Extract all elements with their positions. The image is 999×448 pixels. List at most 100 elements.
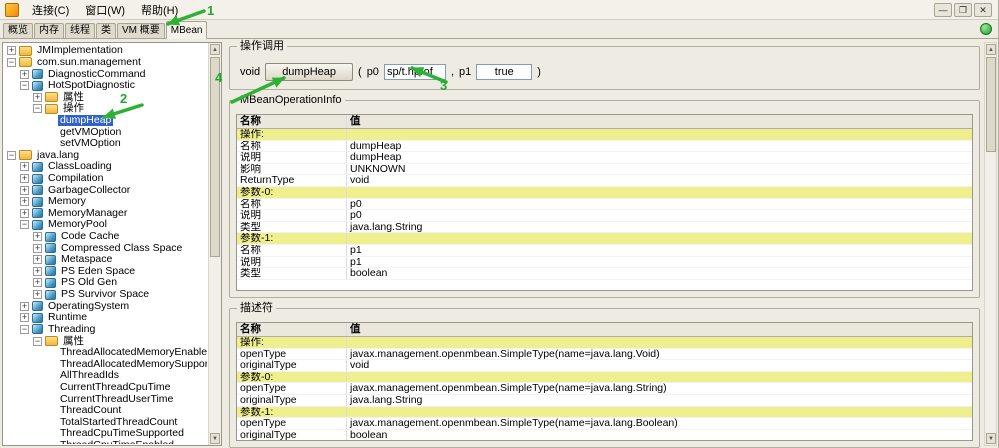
expand-handle-icon[interactable]: + — [20, 208, 29, 218]
tab-类[interactable]: 类 — [96, 23, 116, 38]
tab-线程[interactable]: 线程 — [65, 23, 95, 38]
scroll-down-icon[interactable]: ▼ — [986, 433, 996, 444]
menu-窗口(W)[interactable]: 窗口(W) — [77, 0, 133, 20]
expand-handle-icon[interactable]: + — [20, 185, 29, 195]
menu-帮助(H)[interactable]: 帮助(H) — [133, 0, 186, 20]
table-row[interactable]: 说明 p1 — [237, 256, 972, 269]
tab-概览[interactable]: 概览 — [3, 23, 33, 38]
table-row[interactable]: openType javax.management.openmbean.Simpl… — [237, 418, 972, 430]
table-row[interactable]: originalType void — [237, 360, 972, 372]
dumpheap-button[interactable]: dumpHeap — [265, 63, 354, 81]
expand-handle-icon[interactable]: + — [20, 301, 29, 311]
minimize-icon[interactable]: — — [934, 2, 952, 17]
collapse-handle-icon[interactable]: − — [33, 336, 42, 346]
tree-item-ThreadAllocatedMemoryEnabled[interactable]: ThreadAllocatedMemoryEnabled — [4, 347, 207, 359]
tree-item-MemoryManager[interactable]: + MemoryManager — [4, 207, 207, 220]
column-header-value[interactable]: 值 — [347, 115, 972, 128]
collapse-handle-icon[interactable]: − — [20, 324, 29, 334]
scrollbar-thumb[interactable] — [986, 57, 996, 152]
p1-input[interactable] — [476, 64, 533, 80]
tab-内存[interactable]: 内存 — [34, 23, 64, 38]
expand-handle-icon[interactable]: + — [33, 92, 42, 102]
table-row[interactable]: 说明 p0 — [237, 210, 972, 222]
collapse-handle-icon[interactable]: − — [20, 220, 29, 230]
tree-item-PS Old Gen[interactable]: + PS Old Gen — [4, 277, 207, 289]
tree-item-属性[interactable]: + 属性 — [4, 91, 207, 103]
collapse-handle-icon[interactable]: − — [7, 57, 16, 67]
tree-item-JMImplementation[interactable]: + JMImplementation — [4, 45, 207, 57]
expand-handle-icon[interactable]: + — [33, 290, 42, 300]
expand-handle-icon[interactable]: + — [33, 255, 42, 265]
tree-item-setVMOption[interactable]: setVMOption — [4, 138, 207, 150]
tree-item-PS Eden Space[interactable]: + PS Eden Space — [4, 265, 207, 278]
section-row[interactable]: 参数-0: — [237, 186, 972, 199]
tree-item-TotalStartedThreadCount[interactable]: TotalStartedThreadCount — [4, 416, 207, 429]
menu-连接(C)[interactable]: 连接(C) — [24, 0, 77, 20]
expand-handle-icon[interactable]: + — [33, 278, 42, 288]
tree-item-java.lang[interactable]: − java.lang — [4, 149, 207, 161]
tree-item-ThreadCpuTimeEnabled[interactable]: ThreadCpuTimeEnabled — [4, 440, 207, 444]
column-header-name[interactable]: 名称 — [237, 115, 347, 128]
tree-item-getVMOption[interactable]: getVMOption — [4, 126, 207, 138]
restore-icon[interactable]: ❐ — [954, 2, 972, 17]
tree-item-Threading[interactable]: − Threading — [4, 323, 207, 336]
tree-item-属性[interactable]: − 属性 — [4, 335, 207, 347]
tree-item-Runtime[interactable]: + Runtime — [4, 312, 207, 324]
table-row[interactable]: 名称 dumpHeap — [237, 140, 972, 153]
table-row[interactable]: 名称 p1 — [237, 244, 972, 257]
scroll-up-icon[interactable]: ▲ — [210, 44, 220, 55]
tree-item-CurrentThreadUserTime[interactable]: CurrentThreadUserTime — [4, 393, 207, 405]
tree-item-MemoryPool[interactable]: − MemoryPool — [4, 219, 207, 231]
close-icon[interactable]: ✕ — [974, 2, 992, 17]
section-row[interactable]: 操作: — [237, 337, 972, 349]
column-header-value[interactable]: 值 — [347, 323, 972, 336]
section-row[interactable]: 参数-1: — [237, 233, 972, 245]
tree-item-ThreadAllocatedMemorySupported[interactable]: ThreadAllocatedMemorySupported — [4, 358, 207, 370]
collapse-handle-icon[interactable]: − — [20, 81, 29, 91]
tree-item-OperatingSystem[interactable]: + OperatingSystem — [4, 300, 207, 312]
expand-handle-icon[interactable]: + — [20, 69, 29, 79]
tree-item-Metaspace[interactable]: + Metaspace — [4, 254, 207, 266]
section-row[interactable]: 参数-1: — [237, 406, 972, 419]
tree-item-Code Cache[interactable]: + Code Cache — [4, 231, 207, 243]
table-row[interactable]: 类型 boolean — [237, 268, 972, 280]
tree-item-ClassLoading[interactable]: + ClassLoading — [4, 161, 207, 173]
tree-item-Memory[interactable]: + Memory — [4, 196, 207, 208]
table-row[interactable]: 类型 java.lang.String — [237, 221, 972, 234]
tree-item-AllThreadIds[interactable]: AllThreadIds — [4, 370, 207, 382]
tab-MBean[interactable]: MBean — [165, 21, 208, 39]
expand-handle-icon[interactable]: + — [33, 266, 42, 276]
tree-item-Compilation[interactable]: + Compilation — [4, 173, 207, 185]
expand-handle-icon[interactable]: + — [7, 46, 16, 56]
table-row[interactable]: originalType java.lang.String — [237, 394, 972, 407]
expand-handle-icon[interactable]: + — [20, 174, 29, 183]
tree-item-ThreadCpuTimeSupported[interactable]: ThreadCpuTimeSupported — [4, 428, 207, 440]
expand-handle-icon[interactable]: + — [20, 197, 29, 207]
table-row[interactable]: 说明 dumpHeap — [237, 152, 972, 164]
scrollbar-thumb[interactable] — [210, 57, 220, 257]
collapse-handle-icon[interactable]: − — [7, 150, 16, 160]
tree-item-com.sun.management[interactable]: − com.sun.management — [4, 56, 207, 69]
scroll-up-icon[interactable]: ▲ — [986, 44, 996, 55]
tree-item-DiagnosticCommand[interactable]: + DiagnosticCommand — [4, 68, 207, 80]
expand-handle-icon[interactable]: + — [33, 243, 42, 253]
tree-item-HotSpotDiagnostic[interactable]: − HotSpotDiagnostic — [4, 80, 207, 92]
section-row[interactable]: 参数-0: — [237, 371, 972, 384]
table-row[interactable]: ReturnType void — [237, 175, 972, 187]
tree-item-ThreadCount[interactable]: ThreadCount — [4, 405, 207, 417]
collapse-handle-icon[interactable]: − — [33, 104, 42, 114]
expand-handle-icon[interactable]: + — [20, 313, 29, 323]
tree-item-PS Survivor Space[interactable]: + PS Survivor Space — [4, 289, 207, 301]
right-pane-scrollbar[interactable]: ▲ ▼ — [984, 42, 997, 446]
tree-item-Compressed Class Space[interactable]: + Compressed Class Space — [4, 242, 207, 254]
table-row[interactable]: originalType boolean — [237, 429, 972, 440]
table-row[interactable]: 名称 p0 — [237, 198, 972, 211]
expand-handle-icon[interactable]: + — [33, 232, 42, 242]
tree-item-CurrentThreadCpuTime[interactable]: CurrentThreadCpuTime — [4, 381, 207, 394]
tree-item-dumpHeap[interactable]: dumpHeap — [4, 114, 207, 127]
expand-handle-icon[interactable]: + — [20, 162, 29, 172]
section-row[interactable]: 操作: — [237, 129, 972, 141]
table-row[interactable]: openType javax.management.openmbean.Simpl… — [237, 348, 972, 361]
tab-VM 概要[interactable]: VM 概要 — [117, 23, 165, 38]
p0-input[interactable] — [383, 64, 446, 80]
